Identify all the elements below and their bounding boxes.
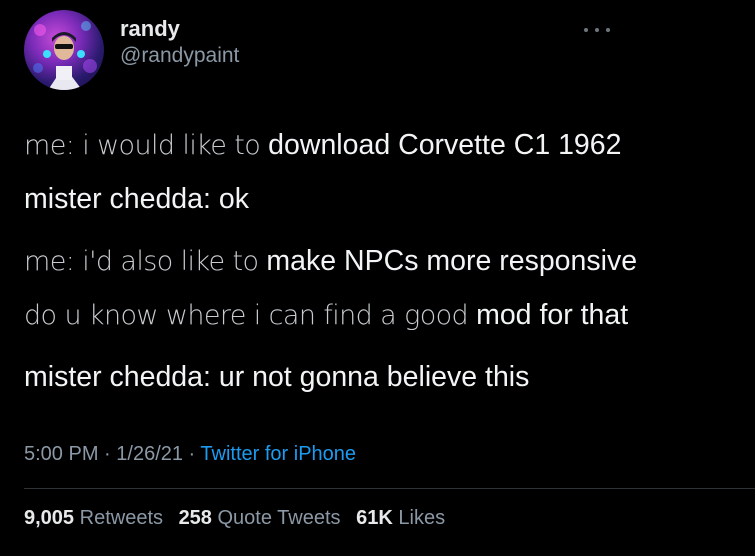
divider [24, 488, 755, 489]
tweet-line: me: i'd also like to make NPCs more resp… [24, 234, 744, 288]
tweet-line: do u know where i can find a good mod fo… [24, 288, 744, 342]
avatar[interactable] [24, 10, 104, 90]
tweet-text-span: do u know where i can find a good [24, 300, 477, 331]
tweet-text-span: me: i would like to [24, 130, 269, 161]
tweet-line: mister chedda: ur not gonna believe this [24, 350, 744, 404]
tweet-line: mister chedda: ok [24, 172, 744, 226]
quote-tweets-label: Quote Tweets [217, 507, 341, 529]
tweet-text-span: mister chedda: ok [24, 183, 249, 215]
tweet-text-span: mod for that [476, 299, 629, 331]
tweet-line: me: i would like to download Corvette C1… [24, 118, 744, 172]
quote-tweets-count: 258 [178, 507, 212, 529]
tweet-text-span: make NPCs more responsive [266, 245, 638, 277]
retweets-stat[interactable]: 9,005 Retweets [24, 507, 163, 529]
tweet-meta: 5:00 PM · 1/26/21 · Twitter for iPhone [24, 440, 356, 468]
retweets-count: 9,005 [24, 507, 75, 529]
tweet-time[interactable]: 5:00 PM [24, 443, 98, 465]
likes-stat[interactable]: 61K Likes [356, 507, 445, 529]
author-names: randy @randypaint [120, 15, 239, 69]
tweet-date[interactable]: 1/26/21 [116, 443, 183, 465]
more-dot [595, 28, 599, 32]
avatar-image [33, 21, 97, 90]
tweet-stats: 9,005 Retweets 258 Quote Tweets 61K Like… [24, 504, 455, 532]
tweet-text: me: i would like to download Corvette C1… [24, 118, 744, 404]
tweet-source-link[interactable]: Twitter for iPhone [200, 443, 356, 465]
tweet-card: randy @randypaint me: i would like to do… [0, 0, 755, 556]
meta-separator: · [98, 443, 117, 465]
display-name[interactable]: randy [120, 15, 239, 42]
meta-separator: · [183, 443, 201, 465]
user-handle[interactable]: @randypaint [120, 42, 239, 69]
quote-tweets-stat[interactable]: 258 Quote Tweets [179, 507, 341, 529]
likes-count: 61K [356, 507, 393, 529]
more-dot [606, 28, 610, 32]
more-dot [584, 28, 588, 32]
tweet-header: randy @randypaint [24, 10, 239, 90]
tweet-text-span: download Corvette C1 1962 [268, 129, 622, 161]
tweet-text-span: mister chedda: ur not gonna believe this [24, 361, 530, 393]
more-horizontal-icon[interactable] [584, 25, 610, 35]
retweets-label: Retweets [79, 507, 163, 529]
tweet-text-span: me: i'd also like to [24, 246, 267, 277]
likes-label: Likes [398, 507, 446, 529]
